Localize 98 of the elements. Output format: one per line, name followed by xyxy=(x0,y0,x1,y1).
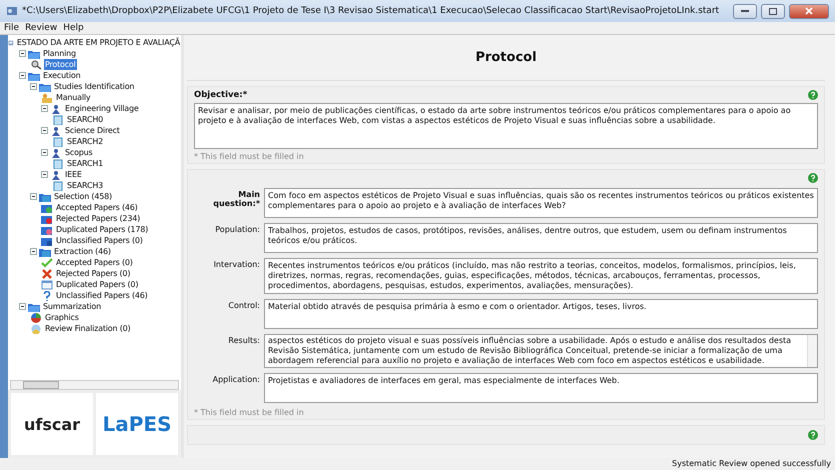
tree-item[interactable]: Review Finalization (0) xyxy=(44,323,132,334)
tree-item[interactable]: Unclassified Papers (46) xyxy=(55,290,149,301)
folder-icon xyxy=(28,48,40,58)
tree-item[interactable]: ESTADO DA ARTE EM PROJETO E AVALIAÇÃ xyxy=(16,37,181,48)
document-icon xyxy=(52,158,64,168)
people-icon xyxy=(50,170,62,180)
people-icon xyxy=(50,126,62,136)
tree-item[interactable]: Studies Identification xyxy=(53,81,136,92)
field-hint: * This field must be filled in xyxy=(194,152,305,161)
app-icon xyxy=(6,5,18,17)
magnifier-icon xyxy=(30,60,42,70)
collapse-toggle[interactable] xyxy=(41,127,48,134)
document-icon xyxy=(52,180,64,190)
window-icon xyxy=(41,280,53,290)
folder-icon xyxy=(28,70,40,80)
help-icon[interactable] xyxy=(808,90,818,100)
folder-icon xyxy=(39,192,51,202)
pie-chart-icon xyxy=(30,312,42,322)
horizontal-scrollbar[interactable] xyxy=(10,380,179,390)
tree-item[interactable]: Execution xyxy=(42,70,82,81)
collapse-toggle[interactable] xyxy=(19,50,26,57)
menu-item[interactable]: Review xyxy=(25,22,58,34)
menu-item[interactable]: File xyxy=(4,22,20,34)
tree-item[interactable]: Unclassified Papers (0) xyxy=(55,235,144,246)
folder-icon xyxy=(41,202,53,212)
tree-item[interactable]: Selection (458) xyxy=(53,191,113,202)
disc-icon xyxy=(30,324,42,334)
people-icon xyxy=(50,104,62,114)
text-area[interactable]: Revisar e analisar, por meio de publicações científicas, o estado da arte sobre instrumentos teóricos e/ou práticos complementares para o apoio ao projeto e à avaliação de interfaces Web, com vistas a aspectos estéticos de Projeto Visual e suas influências sobre a usabilidade. xyxy=(194,103,818,149)
help-icon[interactable] xyxy=(808,173,818,183)
lab-logo: LaPES xyxy=(96,393,178,455)
collapse-toggle[interactable] xyxy=(41,149,48,156)
text-area[interactable]: Material obtido através de pesquisa primária à esmo e com o orientador. Artigos, teses, livros. xyxy=(264,299,818,329)
folder-icon xyxy=(41,214,53,224)
collapse-toggle[interactable] xyxy=(30,248,37,255)
text-area[interactable]: aspectos estéticos do projeto visual e suas possíveis influências sobre a usabilidade. Após o estudo e análise dos resultados desta Revisão Sistemática, juntamente com um estudo de Revisão Bibliográfica Conceitual, pretende-se iniciar a formalização de uma abordagem referencial para auxílio no projeto e avaliação de interfaces Web com foco em aspectos estéticos e usabilidade. xyxy=(264,334,818,368)
tree-item[interactable]: Protocol xyxy=(44,59,77,70)
minimize-button[interactable] xyxy=(733,4,757,18)
text-area[interactable]: Recentes instrumentos teóricos e/ou práticos (incluído, mas não restrito a teorias, conceitos, modelos, formalismos, princípios, leis, diretrizes, normas, regras, recomendações, guias, especificações, métodos, técnicas, arcabouços, ferramentas, processos, procedimentos, abordagens, pesquisas, estudos, experimentos, avaliações, mensurações). xyxy=(264,258,818,294)
tree-item[interactable]: Graphics xyxy=(44,312,80,323)
tree-item[interactable]: Summarization xyxy=(42,301,102,312)
tree-item[interactable]: Science Direct xyxy=(64,125,121,136)
maximize-icon xyxy=(769,8,777,14)
help-icon[interactable] xyxy=(808,430,818,440)
collapse-toggle[interactable] xyxy=(30,193,37,200)
collapse-toggle[interactable] xyxy=(30,83,37,90)
tree-item[interactable]: Scopus xyxy=(64,147,94,158)
close-button[interactable] xyxy=(789,4,829,18)
field-label: Objective:* xyxy=(194,90,248,100)
people-icon xyxy=(50,148,62,158)
status-text: Systematic Review opened successfully xyxy=(672,458,831,470)
tree-item[interactable]: Accepted Papers (0) xyxy=(55,257,134,268)
field-label: Intervation: xyxy=(212,259,260,271)
collapse-toggle[interactable] xyxy=(19,72,26,79)
tree-item[interactable]: SEARCH0 xyxy=(66,114,104,125)
collapse-toggle[interactable] xyxy=(19,303,26,310)
collapse-toggle[interactable] xyxy=(41,105,48,112)
field-label: Main question:* xyxy=(212,189,260,210)
folder-icon xyxy=(41,236,53,246)
field-label: Application: xyxy=(212,374,260,386)
document-icon xyxy=(52,136,64,146)
text-area[interactable]: Com foco em aspectos estéticos de Projeto Visual e suas influências, quais são os recentes instrumentos teóricos ou práticos existentes complementares para o apoio ao projeto e à avaliação de interfaces Web? xyxy=(264,188,818,218)
folder-icon xyxy=(39,246,51,256)
tree-item[interactable]: SEARCH3 xyxy=(66,180,104,191)
field-label: Results: xyxy=(227,335,260,347)
field-label: Control: xyxy=(227,300,260,312)
collapse-toggle[interactable] xyxy=(41,171,48,178)
tree-item[interactable]: Rejected Papers (0) xyxy=(55,268,132,279)
tree-item[interactable]: SEARCH1 xyxy=(66,158,104,169)
tree-item[interactable]: Manually xyxy=(55,92,92,103)
close-icon xyxy=(805,7,813,15)
text-area[interactable]: Trabalhos, projetos, estudos de casos, protótipos, revisões, análises, dentre outros, que estudem, usem ou definam instrumentos teóricos e/ou práticos. xyxy=(264,223,818,253)
people-icon xyxy=(41,92,53,102)
cross-icon xyxy=(41,268,53,278)
tree-item[interactable]: Duplicated Papers (178) xyxy=(55,224,150,235)
maximize-button[interactable] xyxy=(761,4,785,18)
document-icon xyxy=(52,114,64,124)
folder-icon xyxy=(39,82,51,92)
minimize-icon xyxy=(741,10,749,12)
tree-item[interactable]: Rejected Papers (234) xyxy=(55,213,142,224)
field-hint: * This field must be filled in xyxy=(194,408,305,417)
check-icon xyxy=(41,258,53,268)
folder-icon xyxy=(41,224,53,234)
tree-item[interactable]: Accepted Papers (46) xyxy=(55,202,139,213)
menu-item[interactable]: Help xyxy=(63,22,84,34)
question-icon xyxy=(41,290,53,300)
university-logo: ufscar xyxy=(11,393,93,455)
tree-item[interactable]: Engineering Village xyxy=(64,103,140,114)
tree-item[interactable]: Planning xyxy=(42,48,77,59)
tree-item[interactable]: Extraction (46) xyxy=(53,246,112,257)
tree-item[interactable]: SEARCH2 xyxy=(66,136,104,147)
tree-item[interactable]: IEEE xyxy=(64,169,83,180)
tree-item[interactable]: Duplicated Papers (0) xyxy=(55,279,140,290)
text-area[interactable]: Projetistas e avaliadores de interfaces em geral, mas especialmente de interfaces Web. xyxy=(264,373,818,403)
document-icon xyxy=(8,38,14,48)
field-label: Population: xyxy=(214,224,260,236)
window-title: *C:\Users\Elizabeth\Dropbox\P2P\Elizabete UFCG\1 Projeto de Tese I\3 Revisao Sistematica\1 Execucao\Selecao Classificacao Start\RevisaoProjetoLInk.start xyxy=(22,6,720,16)
panel-title: Protocol xyxy=(475,50,537,65)
